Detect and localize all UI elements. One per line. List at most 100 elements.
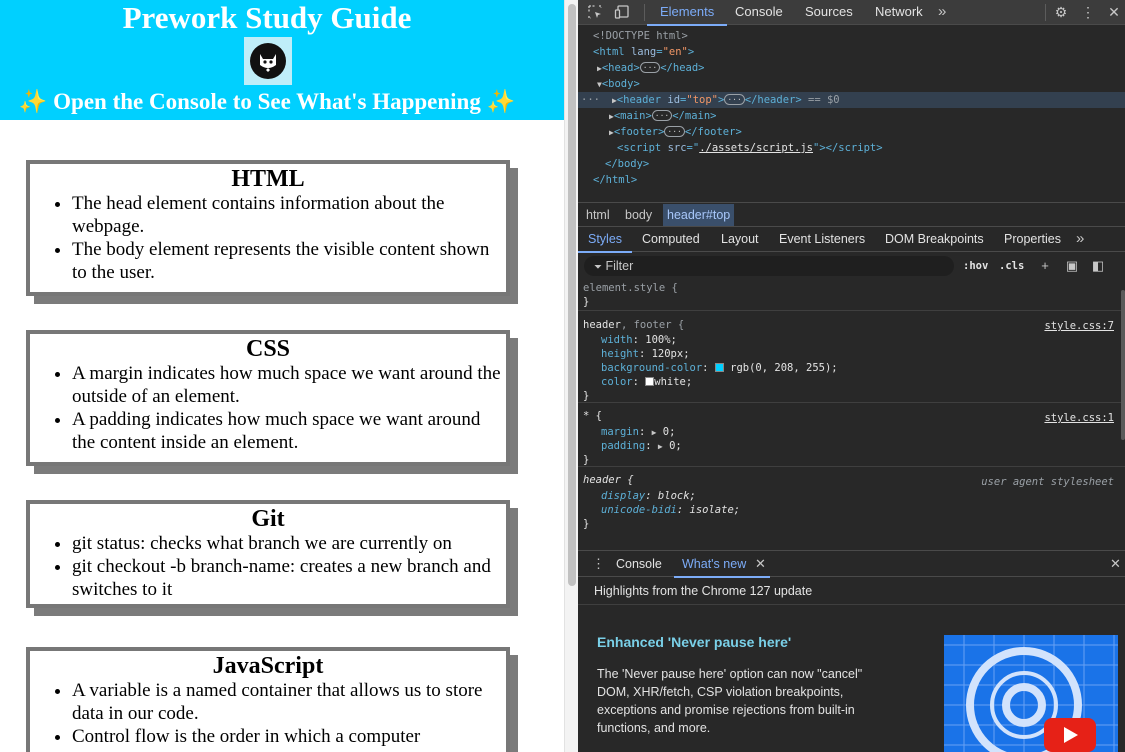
tab-elements[interactable]: Elements [646,0,728,26]
cat-face-icon [244,37,292,85]
inspect-element-icon[interactable] [587,4,603,20]
rule-source-link[interactable]: style.css:7 [1044,319,1114,333]
dom-node-main[interactable]: ▶<main> ··· </main> [578,108,1125,124]
rule-selector: header [583,319,621,331]
close-icon[interactable]: ✕ [1106,4,1122,20]
dom-node-body[interactable]: ▼<body> [578,76,1125,92]
page-title: Prework Study Guide [122,0,412,35]
section-card-javascript: JavaScript A variable is a named contain… [26,647,510,752]
list-item: A margin indicates how much space we wan… [72,362,502,408]
selected-marker: == $0 [808,94,840,106]
list-item: git checkout -b branch-name: creates a n… [72,555,502,601]
page-scrollbar[interactable] [564,0,578,752]
drawer-tab-whats-new[interactable]: What's new [673,551,771,578]
webpage-viewport: Prework Study Guide ✨ Open the Console t… [0,0,564,752]
color-swatch[interactable] [645,377,655,386]
drawer-toolbar: ⋮ Console What's new ✕ ✕ [578,550,1125,578]
devtools-panel: Elements Console Sources Network » ⚙ ⋮ ✕… [578,0,1125,752]
dom-node-html[interactable]: <html lang="en"> [578,44,1125,60]
more-tabs-button[interactable]: » [938,0,946,25]
scrollbar-thumb[interactable] [568,4,576,586]
styles-rules: element.style { } header, footer { style… [578,281,1125,541]
rule-header-footer[interactable]: header, footer { style.css:7 width: 100%… [578,317,1125,403]
rule-user-agent-header[interactable]: header { user agent stylesheet display: … [578,473,1125,533]
list-item: A padding indicates how much space we wa… [72,408,502,454]
section-heading: HTML [231,166,305,192]
gear-icon[interactable]: ⚙ [1053,4,1069,20]
rule-source-ua: user agent stylesheet [981,476,1114,488]
section-heading: CSS [245,336,291,362]
rule-selector: * { [583,410,602,422]
header-id: top [692,94,712,106]
color-swatch[interactable] [714,363,724,372]
filter-input[interactable]: ⏷ Filter [584,256,954,276]
section-heading: JavaScript [212,653,324,679]
list-item: The head element contains information ab… [72,192,502,238]
sidebar-toggle-icon[interactable]: ◧ [1090,257,1106,275]
play-button-icon[interactable] [1044,718,1096,752]
paint-brush-icon[interactable]: ▣ [1064,257,1080,275]
rule-element-style[interactable]: element.style { } [578,281,1125,311]
tab-computed[interactable]: Computed [642,227,700,252]
list-item: The body element represents the visible … [72,238,502,284]
close-tab-icon[interactable]: ✕ [755,551,766,577]
rule-source-link[interactable]: style.css:1 [1044,411,1114,425]
styles-scrollbar[interactable] [1121,290,1125,440]
feature-video-thumbnail[interactable] [944,635,1118,752]
devtools-toolbar: Elements Console Sources Network » ⚙ ⋮ ✕ [578,0,1125,26]
styles-subtabs: Styles Computed Layout Event Listeners D… [578,226,1125,253]
tab-layout[interactable]: Layout [721,227,759,252]
drawer-tab-console[interactable]: Console [616,551,662,577]
dom-node-footer[interactable]: ▶<footer> ··· </footer> [578,124,1125,140]
breadcrumb-header[interactable]: header#top [663,204,735,226]
hover-state-button[interactable]: :hov [963,257,988,275]
feature-title[interactable]: Enhanced 'Never pause here' [597,634,791,650]
dom-doctype: <!DOCTYPE html> [593,30,688,42]
tab-network[interactable]: Network [875,0,923,25]
list-item: Control flow is the order in which a com… [72,725,502,748]
breadcrumb-body[interactable]: body [625,204,652,226]
page-subtitle: ✨ Open the Console to See What's Happeni… [18,89,516,114]
list-item: A variable is a named container that all… [72,679,502,725]
page-header: Prework Study Guide ✨ Open the Console t… [0,0,564,120]
section-card-html: HTML The head element contains informati… [26,160,510,296]
tab-properties[interactable]: Properties [1004,227,1061,252]
dom-tree: <!DOCTYPE html> <html lang="en"> ▶<head>… [578,26,1125,196]
whats-new-headline: Highlights from the Chrome 127 update [594,584,813,598]
dom-node-body-close[interactable]: </body> [578,156,1125,172]
dom-node-head[interactable]: ▶<head> ··· </head> [578,60,1125,76]
ellipsis-pill[interactable]: ··· [724,94,745,105]
feature-description: The 'Never pause here' option can now "c… [597,667,863,735]
section-heading: Git [251,506,285,532]
ellipsis-pill[interactable]: ··· [664,126,685,137]
rule-selector: element.style { [583,282,678,294]
class-toggle-button[interactable]: .cls [999,257,1024,275]
dom-node-header-selected[interactable]: ··· ▶<header id="top"> ··· </header> == $0 [578,92,1125,108]
device-toolbar-icon[interactable] [614,4,630,20]
styles-filter-bar: ⏷ Filter :hov .cls + ▣ ◧ [578,253,1125,279]
ellipsis-pill[interactable]: ··· [651,110,673,121]
rule-close-brace: } [583,296,590,308]
ellipsis-pill[interactable]: ··· [639,62,661,73]
rule-universal[interactable]: * { style.css:1 margin: ▶ 0; padding: ▶ … [578,409,1125,467]
close-drawer-icon[interactable]: ✕ [1110,551,1121,577]
breadcrumb: html body header#top [578,202,1125,226]
drawer-menu-icon[interactable]: ⋮ [592,551,605,577]
tab-sources[interactable]: Sources [805,0,853,25]
dom-node-html-close[interactable]: </html> [578,172,1125,188]
tab-styles[interactable]: Styles [578,227,633,253]
tab-event-listeners[interactable]: Event Listeners [779,227,865,252]
more-subtabs-button[interactable]: » [1076,227,1084,252]
list-item: git status: checks what branch we are cu… [72,532,502,555]
new-style-rule-icon[interactable]: + [1037,257,1053,275]
script-src-link[interactable]: ./assets/script.js [699,142,813,154]
section-card-css: CSS A margin indicates how much space we… [26,330,510,466]
section-card-git: Git git status: checks what branch we ar… [26,500,510,608]
breadcrumb-html[interactable]: html [586,204,610,226]
tab-console[interactable]: Console [735,0,783,25]
main-tag: main [620,110,646,122]
tab-dom-breakpoints[interactable]: DOM Breakpoints [885,227,984,252]
dom-node-script[interactable]: <script src="./assets/script.js"></scrip… [578,140,1125,156]
kebab-menu-icon[interactable]: ⋮ [1080,4,1096,20]
footer-tag: footer [620,126,659,138]
